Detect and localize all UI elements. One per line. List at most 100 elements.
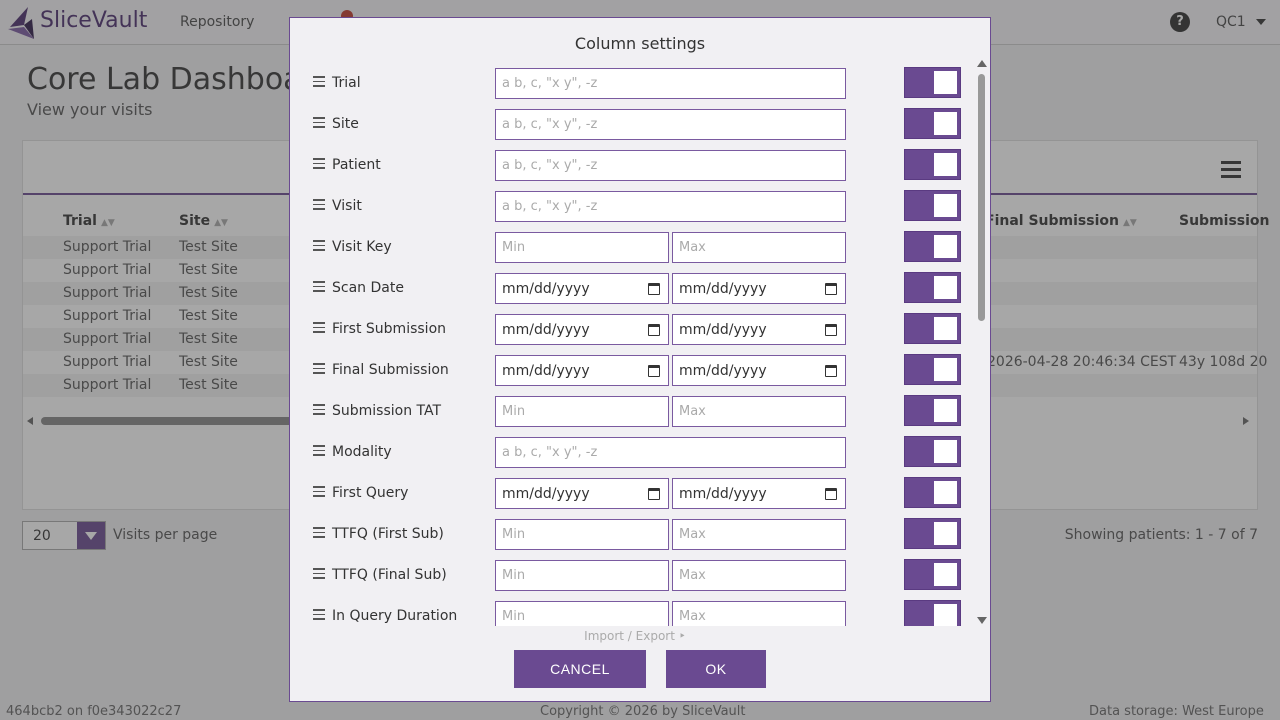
date-placeholder: mm/dd/yyyy [679,281,767,297]
scan-date-to-date-input[interactable]: mm/dd/yyyy [672,273,846,304]
drag-handle-icon[interactable] [313,117,325,128]
toggle-knob [934,276,957,299]
cancel-button[interactable]: CANCEL [514,650,646,688]
modality-visibility-toggle[interactable] [904,436,961,467]
ttfq-first-sub-visibility-toggle[interactable] [904,518,961,549]
toggle-knob [934,481,957,504]
first-submission-to-date-input[interactable]: mm/dd/yyyy [672,314,846,345]
calendar-icon[interactable] [825,488,837,500]
column-settings-dialog: Column settings Trial Site Patient Visit Vis… [289,17,991,702]
ttfq-first-sub-min-input[interactable] [495,519,669,550]
submission-tat-max-input[interactable] [672,396,846,427]
drag-handle-icon[interactable] [313,240,325,251]
column-row-scan-date: Scan Date mm/dd/yyyy mm/dd/yyyy [290,269,980,310]
drag-handle-icon[interactable] [313,199,325,210]
visit-key-min-input[interactable] [495,232,669,263]
patient-filter-input[interactable] [495,150,846,181]
calendar-icon[interactable] [648,324,660,336]
first-submission-visibility-toggle[interactable] [904,313,961,344]
drag-handle-icon[interactable] [313,322,325,333]
calendar-icon[interactable] [825,324,837,336]
site-filter-input[interactable] [495,109,846,140]
calendar-icon[interactable] [825,283,837,295]
first-submission-from-date-input[interactable]: mm/dd/yyyy [495,314,669,345]
column-row-in-query-duration: In Query Duration [290,597,980,626]
final-submission-visibility-toggle[interactable] [904,354,961,385]
toggle-knob [934,440,957,463]
column-label: First Query [332,485,409,501]
calendar-icon[interactable] [648,283,660,295]
date-placeholder: mm/dd/yyyy [502,486,590,502]
dialog-title: Column settings [574,34,706,53]
vertical-scroll-thumb[interactable] [978,74,985,321]
patient-visibility-toggle[interactable] [904,149,961,180]
calendar-icon[interactable] [648,488,660,500]
toggle-knob [934,317,957,340]
toggle-knob [934,153,957,176]
column-row-modality: Modality [290,433,980,474]
toggle-knob [934,71,957,94]
scan-date-visibility-toggle[interactable] [904,272,961,303]
column-label: TTFQ (Final Sub) [332,567,447,583]
drag-handle-icon[interactable] [313,76,325,87]
drag-handle-icon[interactable] [313,158,325,169]
visit-filter-input[interactable] [495,191,846,222]
scroll-down-icon[interactable] [977,617,987,624]
drag-handle-icon[interactable] [313,486,325,497]
ttfq-first-sub-max-input[interactable] [672,519,846,550]
ttfq-final-sub-max-input[interactable] [672,560,846,591]
drag-handle-icon[interactable] [313,568,325,579]
trial-visibility-toggle[interactable] [904,67,961,98]
drag-handle-icon[interactable] [313,527,325,538]
scan-date-from-date-input[interactable]: mm/dd/yyyy [495,273,669,304]
visit-key-max-input[interactable] [672,232,846,263]
scroll-up-icon[interactable] [977,60,987,67]
modality-filter-input[interactable] [495,437,846,468]
calendar-icon[interactable] [825,365,837,377]
column-row-ttfq-final-sub: TTFQ (Final Sub) [290,556,980,597]
in-query-duration-visibility-toggle[interactable] [904,600,961,626]
column-row-first-query: First Query mm/dd/yyyy mm/dd/yyyy [290,474,980,515]
drag-handle-icon[interactable] [313,281,325,292]
column-label: Submission TAT [332,403,442,419]
import-export-link[interactable]: Import / Export ‣ [290,629,980,643]
column-row-site: Site [290,105,980,146]
date-placeholder: mm/dd/yyyy [679,363,767,379]
in-query-duration-max-input[interactable] [672,601,846,626]
drag-handle-icon[interactable] [313,609,325,620]
column-row-first-submission: First Submission mm/dd/yyyy mm/dd/yyyy [290,310,980,351]
toggle-knob [934,194,957,217]
calendar-icon[interactable] [648,365,660,377]
drag-handle-icon[interactable] [313,404,325,415]
drag-handle-icon[interactable] [313,445,325,456]
column-row-visit: Visit [290,187,980,228]
column-label: Final Submission [332,362,449,378]
first-query-visibility-toggle[interactable] [904,477,961,508]
visit-visibility-toggle[interactable] [904,190,961,221]
column-label: Trial [332,75,361,91]
column-settings-list: Trial Site Patient Visit Visit Key Scan Date m… [290,64,980,626]
ttfq-final-sub-min-input[interactable] [495,560,669,591]
in-query-duration-min-input[interactable] [495,601,669,626]
submission-tat-visibility-toggle[interactable] [904,395,961,426]
column-row-patient: Patient [290,146,980,187]
column-row-trial: Trial [290,64,980,105]
date-placeholder: mm/dd/yyyy [502,322,590,338]
final-submission-from-date-input[interactable]: mm/dd/yyyy [495,355,669,386]
final-submission-to-date-input[interactable]: mm/dd/yyyy [672,355,846,386]
column-label: In Query Duration [332,608,458,624]
first-query-from-date-input[interactable]: mm/dd/yyyy [495,478,669,509]
site-visibility-toggle[interactable] [904,108,961,139]
visit-key-visibility-toggle[interactable] [904,231,961,262]
column-row-ttfq-first-sub: TTFQ (First Sub) [290,515,980,556]
submission-tat-min-input[interactable] [495,396,669,427]
trial-filter-input[interactable] [495,68,846,99]
first-query-to-date-input[interactable]: mm/dd/yyyy [672,478,846,509]
column-row-final-submission: Final Submission mm/dd/yyyy mm/dd/yyyy [290,351,980,392]
toggle-knob [934,358,957,381]
drag-handle-icon[interactable] [313,363,325,374]
ok-button[interactable]: OK [666,650,766,688]
toggle-knob [934,522,957,545]
ttfq-final-sub-visibility-toggle[interactable] [904,559,961,590]
vertical-scrollbar[interactable] [976,60,988,624]
